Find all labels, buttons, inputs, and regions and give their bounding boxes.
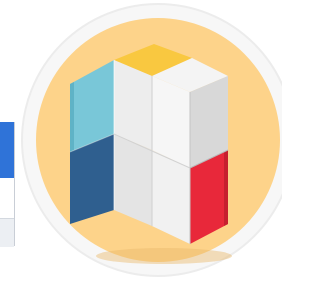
screen	[0, 0, 282, 285]
background-window-bottom-bar	[0, 218, 14, 247]
background-window-title-bar[interactable]	[0, 122, 14, 178]
cube-front-bottom-left	[114, 134, 152, 226]
cube-left-top-blue-edge	[70, 82, 74, 152]
cube-right-bottom-red-edge	[224, 150, 228, 226]
cube-shadow	[96, 248, 232, 264]
background-window[interactable]	[0, 122, 15, 247]
app-icon[interactable]	[14, 0, 282, 285]
cube-icon	[21, 3, 282, 277]
